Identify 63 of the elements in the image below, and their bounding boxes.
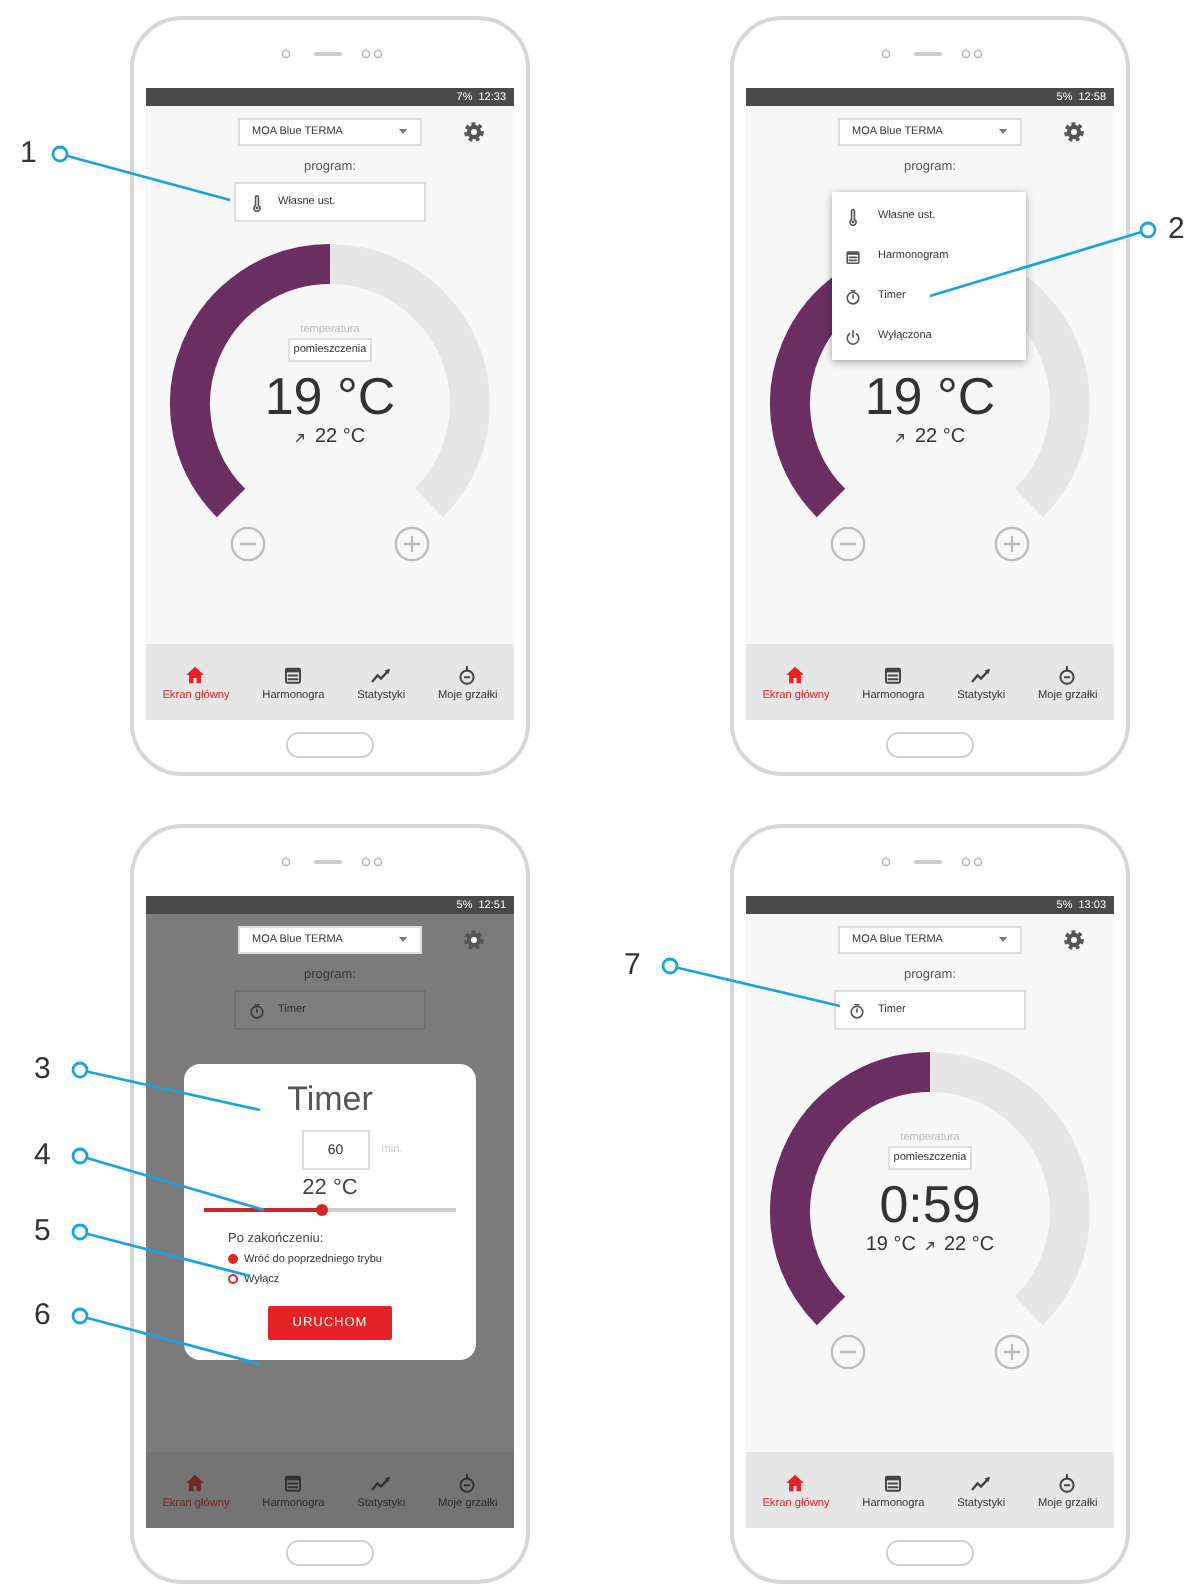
house-icon xyxy=(184,1471,207,1493)
temperature-value: 22 °C xyxy=(302,1176,358,1203)
minus-icon[interactable] xyxy=(830,526,866,562)
home-button[interactable] xyxy=(286,732,374,758)
house-icon xyxy=(184,663,207,685)
house-icon xyxy=(784,663,807,685)
house-icon xyxy=(784,1471,807,1493)
minus-icon[interactable] xyxy=(830,1334,866,1370)
radio-button[interactable] xyxy=(228,1254,238,1265)
callout-number: 3 xyxy=(34,1052,51,1088)
gauge-value: 19 °C xyxy=(264,366,396,426)
settings-icon[interactable] xyxy=(1062,928,1086,952)
target-temperature: 22 °C xyxy=(914,426,966,448)
slider-thumb[interactable] xyxy=(316,1203,329,1216)
up-right-arrow-icon xyxy=(894,431,907,443)
plus-icon[interactable] xyxy=(394,526,430,562)
caret-icon xyxy=(398,128,408,136)
current-temperature: 19 °C xyxy=(865,1234,916,1256)
callout-number: 6 xyxy=(34,1298,51,1334)
calendar-icon xyxy=(282,1471,305,1493)
thermometer-icon xyxy=(844,207,862,225)
callout-number: 1 xyxy=(20,136,37,172)
trend-line-icon xyxy=(970,1471,993,1493)
up-right-arrow-icon xyxy=(294,431,307,443)
dialog-title: Timer xyxy=(287,1080,373,1121)
dial-icon xyxy=(456,1471,479,1493)
home-button[interactable] xyxy=(886,1540,974,1566)
up-right-arrow-icon xyxy=(924,1239,936,1251)
minus-icon[interactable] xyxy=(230,526,266,562)
settings-icon[interactable] xyxy=(1062,120,1086,144)
caret-icon xyxy=(398,936,408,944)
radio-button[interactable] xyxy=(228,1274,238,1285)
caret-icon xyxy=(998,936,1008,944)
caret-icon xyxy=(998,128,1008,136)
dial-icon xyxy=(456,663,479,685)
trend-line-icon xyxy=(370,1471,393,1493)
callout-number: 7 xyxy=(624,948,641,984)
stopwatch-icon xyxy=(248,1001,266,1019)
target-temperature: 22 °C xyxy=(944,1234,995,1256)
home-button[interactable] xyxy=(286,1540,374,1566)
dial-icon xyxy=(1056,1471,1079,1493)
thermometer-icon xyxy=(248,193,266,211)
dial-icon xyxy=(1056,663,1079,685)
settings-icon[interactable] xyxy=(462,120,486,144)
target-temperature: 22 °C xyxy=(314,426,366,448)
plus-icon[interactable] xyxy=(994,526,1030,562)
gauge-value: 19 °C xyxy=(864,366,996,426)
callout-number: 4 xyxy=(34,1138,51,1174)
callout-number: 2 xyxy=(1168,212,1185,248)
callout-number: 5 xyxy=(34,1214,51,1250)
gauge-value: 0:59 xyxy=(879,1174,981,1234)
stopwatch-icon xyxy=(848,1001,866,1019)
settings-icon[interactable] xyxy=(462,928,486,952)
trend-line-icon xyxy=(970,663,993,685)
calendar-icon xyxy=(882,1471,905,1493)
plus-icon[interactable] xyxy=(994,1334,1030,1370)
home-button[interactable] xyxy=(886,732,974,758)
calendar-icon xyxy=(882,663,905,685)
calendar-icon xyxy=(844,247,862,265)
power-icon xyxy=(844,327,862,345)
calendar-icon xyxy=(282,663,305,685)
stopwatch-icon xyxy=(844,287,862,305)
trend-line-icon xyxy=(370,663,393,685)
